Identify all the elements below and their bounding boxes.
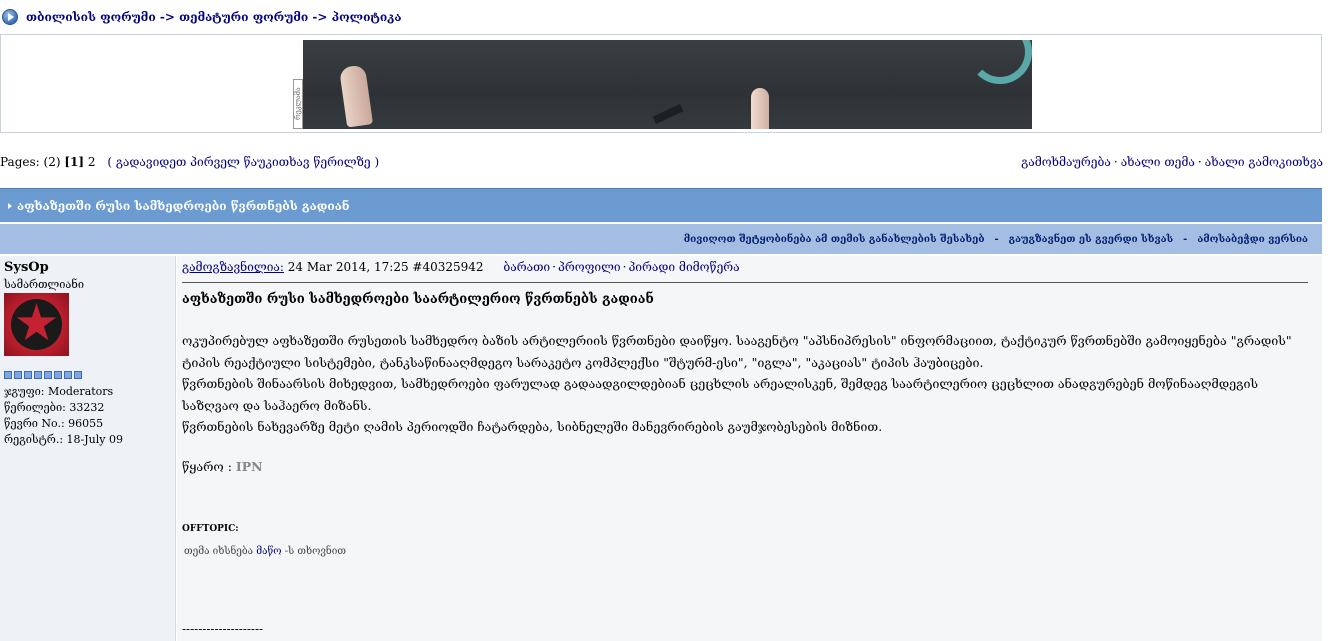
rank-pips bbox=[4, 371, 82, 379]
offtopic-pre: თემა იხსნება bbox=[184, 546, 257, 557]
post-body: გამოგზავნილია: 24 Mar 2014, 17:25 #40325… bbox=[177, 256, 1322, 641]
topic-options-bar: მივიღოთ შეტყობინება ამ თემის განახლების … bbox=[0, 224, 1322, 254]
posted-link[interactable]: გამოგზავნილია: bbox=[182, 260, 284, 274]
rank-pip bbox=[34, 371, 42, 379]
offtopic-post: -ს თხოვნით bbox=[281, 546, 346, 557]
author-name[interactable]: SysOp bbox=[4, 260, 49, 275]
separator: · bbox=[622, 260, 627, 274]
separator: · bbox=[1197, 155, 1202, 169]
new-topic-button[interactable]: ახალი თემა bbox=[1121, 155, 1195, 169]
rank-pip bbox=[64, 371, 72, 379]
author-title: სამართლიანი bbox=[4, 278, 84, 291]
page-link-2[interactable]: 2 bbox=[88, 155, 96, 169]
post-header: გამოგზავნილია: 24 Mar 2014, 17:25 #40325… bbox=[182, 260, 740, 274]
signature-divider: -------------------- bbox=[182, 622, 264, 636]
post-author-panel: SysOp სამართლიანი ჯგუფი: Moderators წერი… bbox=[0, 256, 176, 641]
source-label: წყარო : bbox=[182, 459, 236, 474]
rank-pip bbox=[44, 371, 52, 379]
separator: · bbox=[552, 260, 556, 274]
profile-link[interactable]: პროფილი bbox=[558, 260, 621, 274]
topic-title: აფხაზეთში რუსი სამხედროები წვრთნებს გადი… bbox=[17, 198, 350, 213]
banner-shape bbox=[652, 104, 684, 124]
author-group: ჯგუფი: Moderators bbox=[4, 385, 114, 398]
separator: - bbox=[1183, 233, 1188, 245]
card-link[interactable]: ბარათი bbox=[503, 260, 550, 274]
banner-frame: რეკლამა bbox=[0, 34, 1322, 133]
post-paragraph: წვრთნების შინაარსის მიხედვით, სამხედროებ… bbox=[182, 376, 1259, 413]
rank-pip bbox=[24, 371, 32, 379]
post-id: #40325942 bbox=[412, 260, 484, 274]
banner-hand-left bbox=[338, 64, 374, 128]
track-topic-link[interactable]: მივიღოთ შეტყობინება ამ თემის განახლების … bbox=[684, 234, 985, 245]
pages-current: [1] bbox=[64, 155, 85, 169]
rank-pip bbox=[14, 371, 22, 379]
rank-pip bbox=[74, 371, 82, 379]
first-unread-link[interactable]: ( გადავიდეთ პირველ წაუკითხავ წერილზე ) bbox=[107, 155, 379, 169]
author-registered: რეგისტრ.: 18-July 09 bbox=[4, 433, 123, 446]
banner-logo-swoosh bbox=[968, 40, 1032, 84]
avatar bbox=[4, 293, 69, 356]
post-text: ოკუპირებულ აფხაზეთში რუსეთის სამხედრო ბა… bbox=[182, 330, 1312, 438]
rank-pip bbox=[54, 371, 62, 379]
author-stats: ჯგუფი: Moderators წერილები: 33232 წევრი … bbox=[4, 384, 123, 448]
new-poll-button[interactable]: ახალი გამოკითხვა bbox=[1205, 155, 1323, 169]
author-posts: წერილები: 33232 bbox=[4, 401, 105, 414]
nav-arrow-icon bbox=[2, 9, 18, 25]
reply-button[interactable]: გამოხმაურება bbox=[1021, 155, 1111, 169]
pagination: Pages: (2) [1] 2 ( გადავიდეთ პირველ წაუკ… bbox=[0, 155, 379, 169]
separator: - bbox=[994, 233, 999, 245]
post-paragraph: წვრთნების ნახევარზე მეტი ღამის პერიოდში … bbox=[182, 419, 883, 434]
pages-label: Pages: bbox=[0, 155, 40, 169]
topic-actions: გამოხმაურება · ახალი თემა · ახალი გამოკითხვა bbox=[1021, 155, 1323, 169]
rank-pip bbox=[4, 371, 12, 379]
breadcrumb: თბილისის ფორუმი -> თემატური ფორუმი -> პო… bbox=[2, 8, 402, 26]
author-links: ბარათი · პროფილი · პირადი მიმოწერა bbox=[503, 260, 739, 274]
breadcrumb-trail[interactable]: თბილისის ფორუმი -> თემატური ფორუმი -> პო… bbox=[26, 10, 402, 24]
offtopic-note: თემა იხსნება მაწო -ს თხოვნით bbox=[184, 546, 346, 557]
banner-hand-right bbox=[751, 88, 769, 129]
pages-total: (2) bbox=[43, 155, 61, 169]
bullet-arrow-icon bbox=[8, 202, 12, 209]
topic-title-bar: აფხაზეთში რუსი სამხედროები წვრთნებს გადი… bbox=[0, 188, 1322, 222]
forward-page-link[interactable]: გაუგზავნეთ ეს გვერდი სხვას bbox=[1009, 234, 1174, 245]
post-paragraph: ოკუპირებულ აფხაზეთში რუსეთის სამხედრო ბა… bbox=[182, 333, 1292, 370]
post: SysOp სამართლიანი ჯგუფი: Moderators წერი… bbox=[0, 256, 1322, 641]
ad-tag: რეკლამა bbox=[293, 79, 303, 129]
author-member-no: წევრი No.: 96055 bbox=[4, 417, 104, 430]
ad-banner[interactable] bbox=[303, 40, 1032, 129]
offtopic-label: OFFTOPIC: bbox=[182, 524, 239, 534]
post-source: წყარო : IPN bbox=[182, 459, 263, 474]
private-message-link[interactable]: პირადი მიმოწერა bbox=[628, 260, 739, 274]
post-divider bbox=[182, 282, 1308, 283]
source-value: IPN bbox=[235, 459, 263, 474]
offtopic-user-link[interactable]: მაწო bbox=[256, 546, 281, 557]
post-title: აფხაზეთში რუსი სამხედროები საარტილერიო წ… bbox=[182, 292, 654, 307]
post-date: 24 Mar 2014, 17:25 bbox=[283, 260, 413, 274]
separator: · bbox=[1113, 155, 1118, 169]
print-version-link[interactable]: ამოსაბეჭდი ვერსია bbox=[1197, 234, 1308, 245]
